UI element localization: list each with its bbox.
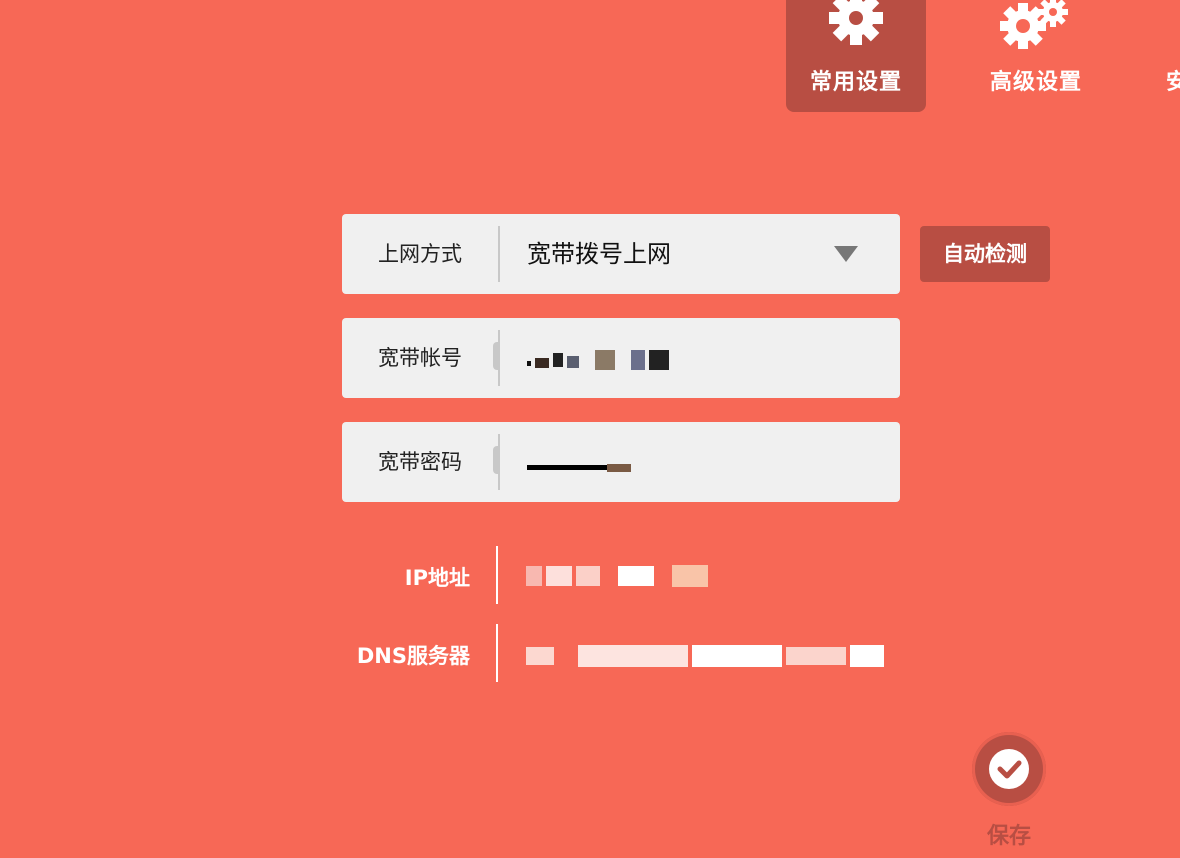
account-input[interactable] <box>527 318 669 398</box>
tab-label: 安 <box>1166 70 1180 95</box>
tab-security-settings[interactable]: 安 <box>1150 0 1180 112</box>
masked-password-value <box>527 426 631 506</box>
save-label: 保存 <box>986 824 1031 849</box>
gear-icon <box>829 0 883 45</box>
connection-type-label: 上网方式 <box>378 242 462 266</box>
tab-label: 高级设置 <box>989 70 1082 95</box>
tab-common-settings[interactable]: 常用设置 <box>786 0 926 112</box>
password-input[interactable] <box>527 422 631 502</box>
masked-ip-value <box>526 564 708 588</box>
tab-advanced-settings[interactable]: 高级设置 <box>966 0 1106 112</box>
divider <box>493 434 500 490</box>
divider <box>496 624 498 682</box>
ip-address-label: IP地址 <box>404 566 470 590</box>
dropdown-arrow-icon[interactable] <box>834 246 858 262</box>
connection-type-select[interactable]: 上网方式 宽带拨号上网 <box>342 214 900 294</box>
tab-label: 常用设置 <box>809 70 902 95</box>
auto-detect-button[interactable]: 自动检测 <box>920 226 1050 282</box>
save-button[interactable] <box>972 732 1046 806</box>
divider <box>496 546 498 604</box>
checkmark-icon <box>989 749 1029 789</box>
password-field[interactable]: 宽带密码 <box>342 422 900 502</box>
account-field[interactable]: 宽带帐号 <box>342 318 900 398</box>
masked-account-value <box>527 320 669 400</box>
masked-dns-value <box>526 644 884 668</box>
gears-icon <box>1000 0 1068 49</box>
account-label: 宽带帐号 <box>378 346 462 370</box>
dns-server-label: DNS服务器 <box>356 644 470 668</box>
connection-type-value: 宽带拨号上网 <box>527 240 671 268</box>
password-label: 宽带密码 <box>378 450 462 474</box>
divider <box>493 330 500 386</box>
divider <box>498 226 500 282</box>
dns-server-value <box>526 644 884 668</box>
ip-address-value <box>526 564 708 588</box>
